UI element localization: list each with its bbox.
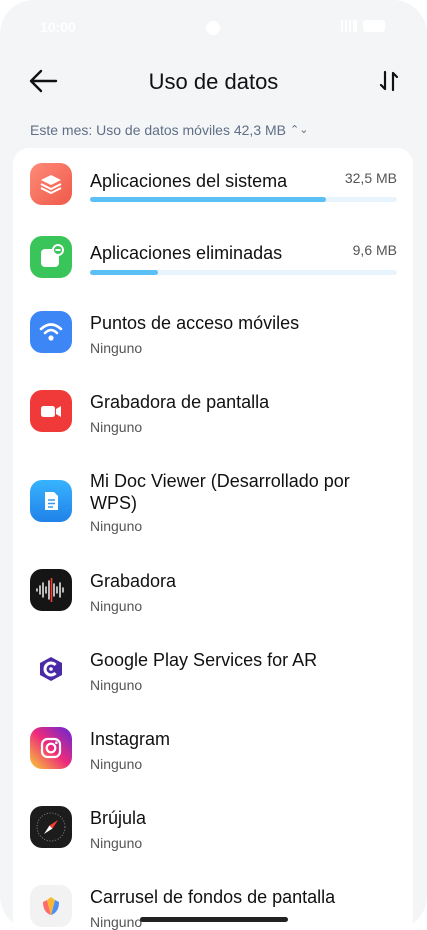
app-usage-text: Ninguno: [90, 835, 143, 851]
header: Uso de datos: [0, 58, 427, 106]
status-time: 10:00: [40, 19, 76, 35]
app-usage-text: Ninguno: [90, 914, 143, 930]
usage-bar-fill: [90, 270, 158, 275]
app-usage-text: Ninguno: [90, 677, 143, 693]
video-camera-icon: [30, 390, 72, 432]
list-item[interactable]: Instagram Ninguno: [13, 714, 413, 789]
signal-icon: [339, 20, 357, 32]
list-item[interactable]: Aplicaciones eliminadas 9,6 MB: [13, 220, 413, 290]
list-item[interactable]: Grabadora de pantalla Ninguno: [13, 377, 413, 452]
app-name: Puntos de acceso móviles: [90, 313, 300, 333]
instagram-icon: [30, 727, 72, 769]
period-selector[interactable]: Este mes: Uso de datos móviles 42,3 MB ⌃…: [30, 122, 308, 138]
list-item[interactable]: Mi Doc Viewer (Desarrollado por WPS) Nin…: [13, 456, 413, 556]
usage-bar: [90, 197, 397, 202]
app-usage-list: Aplicaciones del sistema 32,5 MB Aplicac…: [13, 148, 413, 930]
usage-bar-fill: [90, 197, 327, 202]
status-bar: 10:00: [0, 0, 427, 56]
list-item[interactable]: Google Play Services for AR Ninguno: [13, 635, 413, 710]
home-indicator[interactable]: [140, 917, 288, 922]
app-usage-text: Ninguno: [90, 518, 143, 534]
battery-icon: [363, 20, 385, 32]
app-usage-text: Ninguno: [90, 419, 143, 435]
removed-apps-icon: [30, 236, 72, 278]
app-name: Aplicaciones eliminadas: [90, 243, 283, 263]
front-camera: [206, 21, 220, 35]
app-name: Grabadora: [90, 571, 177, 591]
app-name: Aplicaciones del sistema: [90, 171, 288, 191]
app-usage: 9,6 MB: [352, 242, 397, 258]
arcore-icon: [30, 648, 72, 690]
app-usage-text: Ninguno: [90, 340, 143, 356]
app-name: Google Play Services for AR: [90, 650, 318, 670]
sort-button[interactable]: [377, 68, 401, 94]
app-name: Mi Doc Viewer (Desarrollado por WPS): [90, 471, 350, 513]
app-name: Instagram: [90, 729, 171, 749]
app-name: Carrusel de fondos de pantalla: [90, 887, 336, 907]
waveform-icon: [30, 569, 72, 611]
page-title: Uso de datos: [148, 69, 279, 94]
layers-icon: [30, 163, 72, 205]
list-item[interactable]: Aplicaciones del sistema 32,5 MB: [13, 148, 413, 218]
app-usage-text: Ninguno: [90, 756, 143, 772]
app-usage: 32,5 MB: [344, 170, 397, 186]
usage-bar: [90, 270, 397, 275]
wifi-hotspot-icon: [30, 311, 72, 353]
compass-icon: [30, 806, 72, 848]
list-item[interactable]: Brújula Ninguno: [13, 793, 413, 868]
app-usage-text: Ninguno: [90, 598, 143, 614]
sort-icon: [379, 70, 399, 92]
period-label: Este mes: Uso de datos móviles 42,3 MB: [30, 122, 286, 138]
list-item[interactable]: Puntos de acceso móviles Ninguno: [13, 298, 413, 373]
chevron-updown-icon: ⌃⌄: [290, 123, 309, 136]
wallpaper-carousel-icon: [30, 885, 72, 927]
app-name: Brújula: [90, 808, 147, 828]
status-icons: [339, 20, 385, 32]
phone-screen: 10:00 Uso de datos Este mes: Uso de dato…: [0, 0, 427, 930]
document-icon: [30, 480, 72, 522]
app-name: Grabadora de pantalla: [90, 392, 270, 412]
list-item[interactable]: Grabadora Ninguno: [13, 556, 413, 631]
